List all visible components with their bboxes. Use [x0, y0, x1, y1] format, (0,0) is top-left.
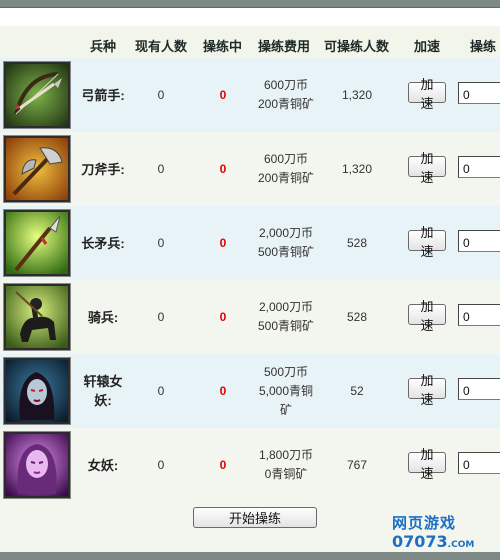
speedup-button[interactable]: 加速: [408, 299, 446, 333]
train-quantity-input[interactable]: [458, 452, 500, 474]
header-current: 现有人数: [135, 39, 188, 54]
header-unit: 兵种: [90, 39, 117, 54]
header-available: 可操练人数: [324, 39, 390, 54]
train-quantity-input[interactable]: [458, 378, 500, 400]
table-row: 轩辕女 妖: 0 0 500刀币 5,000青铜矿 52 加速: [0, 354, 500, 428]
bow-icon: [4, 62, 70, 128]
table-header: 兵种 现有人数 操练中 操练费用 可操练人数 加速 操练: [0, 26, 500, 58]
train-quantity-input[interactable]: [458, 304, 500, 326]
available-count: 1,320: [341, 87, 373, 102]
train-quantity-input[interactable]: [458, 230, 500, 252]
training-count: 0: [219, 383, 227, 398]
watermark-text: 网页游戏: [392, 515, 457, 532]
watermark-domain: 07073.COM: [392, 532, 475, 551]
table-row: 刀斧手: 0 0 600刀币 200青铜矿 1,320 加速: [0, 132, 500, 206]
header-train: 操练: [470, 39, 497, 54]
training-cost: 600刀币 200青铜矿: [257, 152, 315, 185]
current-count: 0: [157, 161, 165, 176]
table-row: 女妖: 0 0 1,800刀币 0青铜矿 767 加速: [0, 428, 500, 502]
training-cost: 1,800刀币 0青铜矿: [258, 448, 314, 481]
training-cost: 2,000刀币 500青铜矿: [257, 300, 315, 333]
available-count: 767: [346, 457, 368, 472]
site-watermark-logo: 网页游戏 07073.COM: [388, 508, 500, 552]
unit-name: 骑兵:: [87, 309, 119, 325]
train-quantity-input[interactable]: [458, 156, 500, 178]
unit-name: 轩辕女 妖:: [83, 374, 123, 408]
available-count: 52: [350, 383, 364, 398]
banshee-icon: [4, 432, 70, 498]
unit-name: 刀斧手:: [81, 161, 125, 177]
available-count: 1,320: [341, 161, 373, 176]
current-count: 0: [157, 309, 165, 324]
current-count: 0: [157, 87, 165, 102]
available-count: 528: [346, 309, 368, 324]
available-count: 528: [346, 235, 368, 250]
unit-name: 长矛兵:: [81, 235, 125, 251]
current-count: 0: [157, 235, 165, 250]
speedup-button[interactable]: 加速: [408, 373, 446, 407]
training-count: 0: [219, 235, 227, 250]
top-border: [0, 0, 500, 8]
table-row: 骑兵: 0 0 2,000刀币 500青铜矿 528 加速: [0, 280, 500, 354]
current-count: 0: [157, 383, 165, 398]
unit-name: 弓箭手:: [81, 87, 125, 103]
training-cost: 500刀币 5,000青铜矿: [258, 364, 314, 417]
table-row: 长矛兵: 0 0 2,000刀币 500青铜矿 528 加速: [0, 206, 500, 280]
current-count: 0: [157, 457, 165, 472]
start-training-button[interactable]: 开始操练: [193, 507, 317, 528]
table-row: 弓箭手: 0 0 600刀币 200青铜矿 1,320 加速: [0, 58, 500, 132]
speedup-button[interactable]: 加速: [408, 447, 446, 481]
training-count: 0: [219, 309, 227, 324]
training-count: 0: [219, 457, 227, 472]
demon-woman-icon: [4, 358, 70, 424]
training-cost: 600刀币 200青铜矿: [257, 78, 315, 111]
header-speedup: 加速: [414, 39, 441, 54]
unit-name: 女妖:: [87, 457, 119, 473]
speedup-button[interactable]: 加速: [408, 225, 446, 259]
train-quantity-input[interactable]: [458, 82, 500, 104]
cavalry-icon: [4, 284, 70, 350]
training-count: 0: [219, 161, 227, 176]
bottom-border: [0, 552, 500, 560]
header-training: 操练中: [203, 39, 243, 54]
training-cost: 2,000刀币 500青铜矿: [257, 226, 315, 259]
header-cost: 操练费用: [258, 39, 311, 54]
speedup-button[interactable]: 加速: [408, 77, 446, 111]
training-count: 0: [219, 87, 227, 102]
speedup-button[interactable]: 加速: [408, 151, 446, 185]
axe-icon: [4, 136, 70, 202]
spear-icon: [4, 210, 70, 276]
